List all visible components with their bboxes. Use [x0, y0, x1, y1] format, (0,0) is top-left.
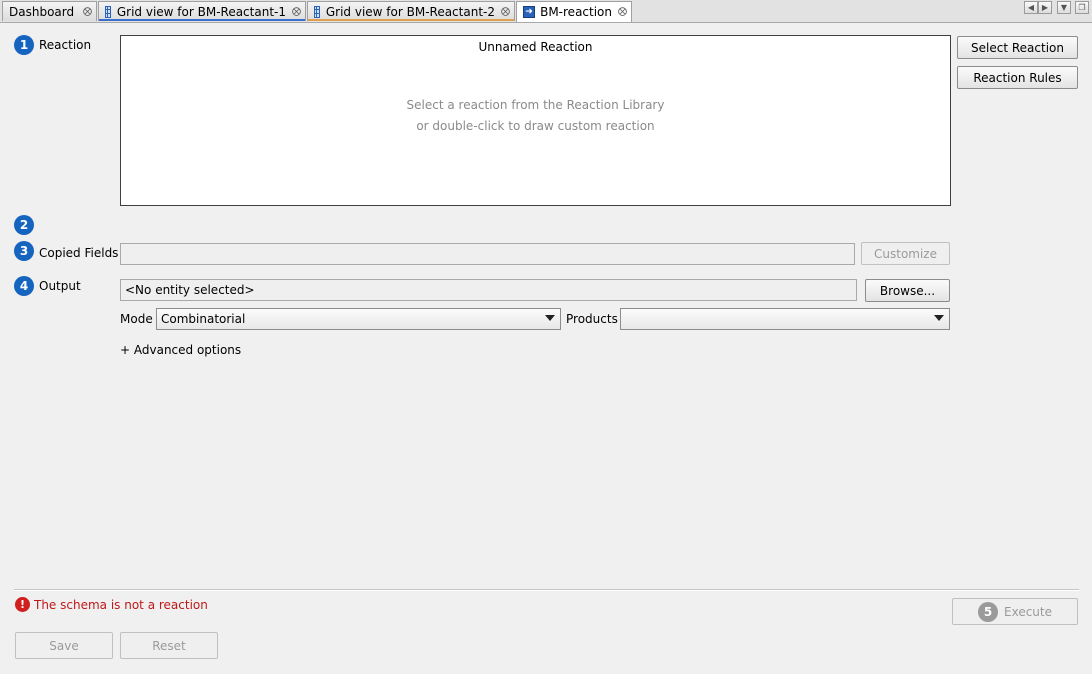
tab-label: BM-reaction	[540, 5, 612, 19]
browse-button[interactable]: Browse...	[865, 279, 950, 302]
tab-strip: Dashboard ⨂ Grid view for BM-Reactant-1 …	[0, 0, 1092, 23]
chevron-down-icon	[545, 315, 555, 321]
copied-fields-label: Copied Fields	[39, 246, 119, 260]
mode-select-value: Combinatorial	[161, 312, 246, 326]
scroll-tabs-right-icon[interactable]: ▶	[1038, 1, 1052, 14]
reaction-canvas[interactable]: Unnamed Reaction Select a reaction from …	[120, 35, 951, 206]
tab-list-dropdown-icon[interactable]: ▼	[1057, 1, 1071, 14]
tab-grid-view-reactant-1[interactable]: Grid view for BM-Reactant-1 ⨂	[98, 1, 306, 21]
step-5-marker: 5	[978, 601, 998, 622]
tab-label: Grid view for BM-Reactant-2	[325, 4, 495, 19]
tab-label: Grid view for BM-Reactant-1	[116, 4, 286, 19]
tab-underline	[308, 19, 514, 21]
copied-fields-field	[120, 243, 855, 265]
step-4-marker: 4	[14, 276, 34, 296]
execute-button[interactable]: 5 Execute	[952, 598, 1078, 625]
reset-button[interactable]: Reset	[120, 632, 218, 659]
mode-select[interactable]: Combinatorial	[156, 308, 561, 330]
reaction-hint-line-1: Select a reaction from the Reaction Libr…	[406, 98, 665, 112]
customize-button[interactable]: Customize	[861, 242, 950, 265]
select-reaction-button[interactable]: Select Reaction	[957, 36, 1078, 59]
output-label: Output	[39, 279, 81, 293]
reaction-title: Unnamed Reaction	[478, 40, 593, 54]
grid-icon	[105, 5, 111, 18]
step-2-marker: 2	[14, 215, 34, 235]
footer-divider	[14, 589, 1079, 591]
chevron-down-icon	[934, 315, 944, 321]
grid-icon	[314, 5, 320, 18]
close-icon[interactable]: ⨂	[618, 7, 627, 17]
reaction-rules-button[interactable]: Reaction Rules	[957, 66, 1078, 89]
close-icon[interactable]: ⨂	[292, 7, 301, 17]
reaction-hint-line-2: or double-click to draw custom reaction	[416, 119, 655, 133]
scroll-tabs-left-icon[interactable]: ◀	[1024, 1, 1038, 14]
products-select[interactable]	[620, 308, 950, 330]
execute-label: Execute	[1004, 604, 1052, 619]
products-label: Products	[566, 312, 618, 326]
close-icon[interactable]: ⨂	[501, 7, 510, 17]
error-message: The schema is not a reaction	[34, 598, 208, 612]
tab-grid-view-reactant-2[interactable]: Grid view for BM-Reactant-2 ⨂	[307, 1, 515, 21]
advanced-options-link[interactable]: + Advanced options	[120, 343, 241, 357]
tab-bm-reaction[interactable]: ➜ BM-reaction ⨂	[516, 1, 632, 22]
close-icon[interactable]: ⨂	[83, 7, 92, 17]
output-entity-field[interactable]: <No entity selected>	[120, 279, 857, 301]
save-button[interactable]: Save	[15, 632, 113, 659]
step-1-marker: 1	[14, 35, 34, 55]
reaction-arrow-icon: ➜	[523, 6, 536, 18]
tab-dashboard[interactable]: Dashboard ⨂	[2, 1, 97, 21]
error-icon: !	[15, 597, 30, 612]
reaction-label: Reaction	[39, 38, 92, 52]
tab-label: Dashboard	[9, 4, 75, 19]
mode-label: Mode	[120, 312, 153, 326]
step-3-marker: 3	[14, 241, 34, 261]
restore-window-icon[interactable]: ❐	[1075, 1, 1089, 14]
tab-underline	[99, 19, 305, 21]
